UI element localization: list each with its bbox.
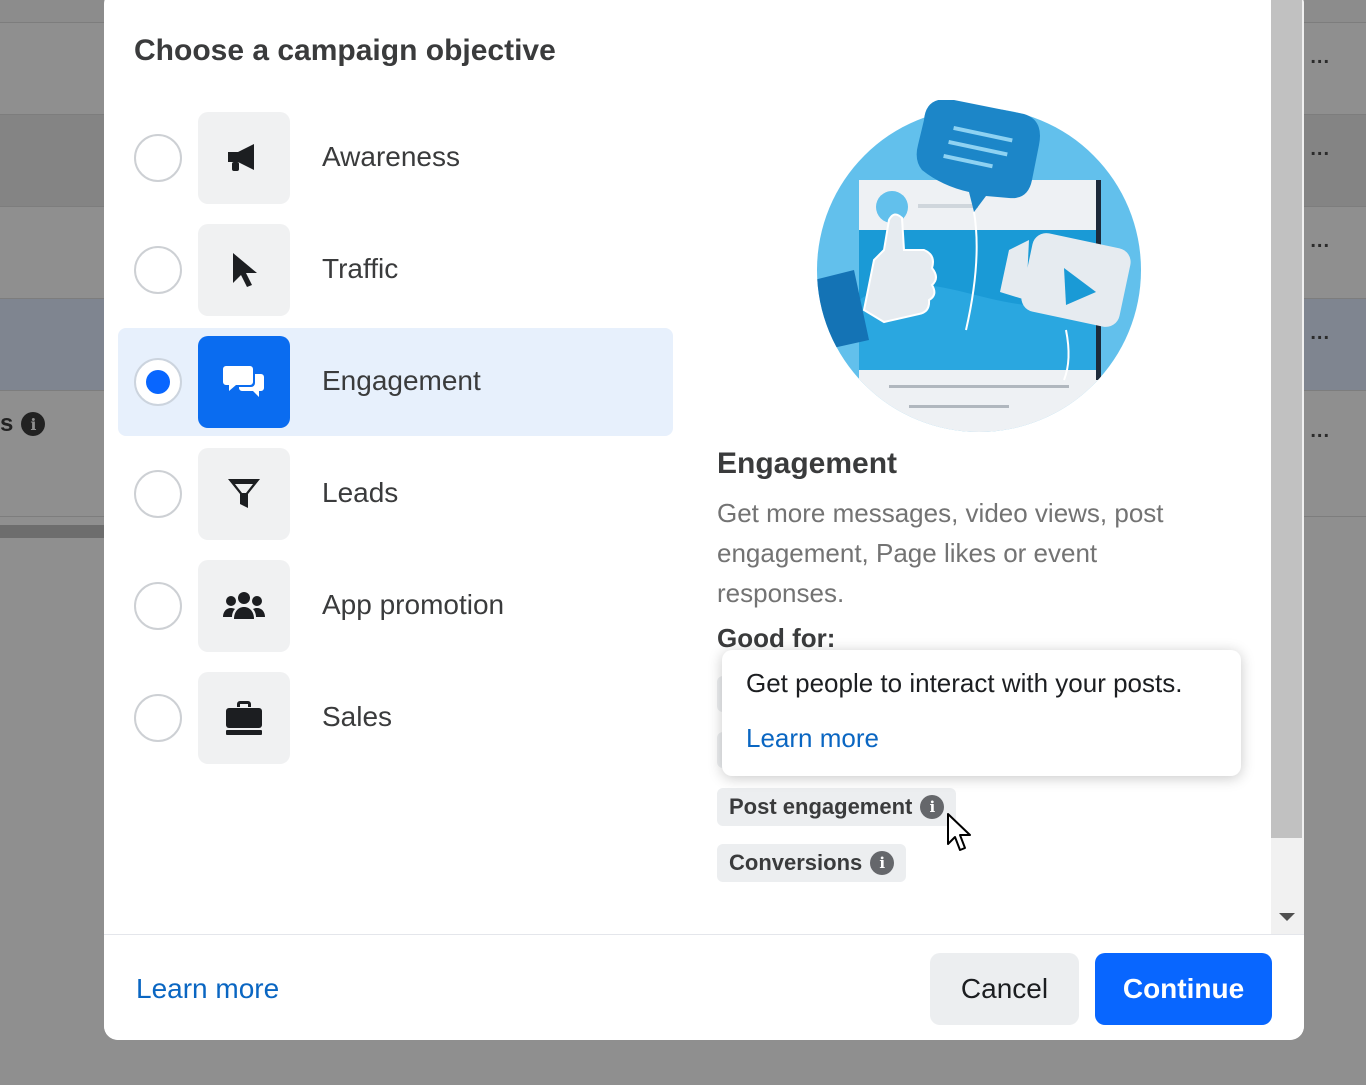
- row-menu-icon[interactable]: ...: [1310, 46, 1330, 69]
- radio-dot: [146, 370, 170, 394]
- objective-option-engagement[interactable]: Engagement: [118, 328, 673, 436]
- background-column-label: s i: [0, 410, 46, 438]
- tooltip-learn-more-link[interactable]: Learn more: [746, 723, 879, 754]
- objective-detail-description: Get more messages, video views, post eng…: [717, 498, 1164, 608]
- row-menu-icon[interactable]: ...: [1310, 230, 1330, 253]
- row-menu-icon[interactable]: ...: [1310, 138, 1330, 161]
- mouse-pointer-icon: [947, 813, 971, 851]
- row-menu-icon[interactable]: ...: [1310, 420, 1330, 443]
- funnel-icon: [198, 448, 290, 540]
- dialog-title: Choose a campaign objective: [134, 34, 556, 67]
- radio-button-selected[interactable]: [134, 358, 182, 406]
- scrollbar-thumb[interactable]: [1271, 0, 1302, 838]
- tooltip-text: Get people to interact with your posts.: [746, 668, 1183, 698]
- background-label-text: s: [0, 410, 14, 437]
- radio-button[interactable]: [134, 694, 182, 742]
- horizontal-scrollbar[interactable]: [0, 525, 104, 538]
- learn-more-link[interactable]: Learn more: [136, 973, 279, 1005]
- dialog-footer: Learn more Cancel Continue: [104, 934, 1304, 1040]
- objective-option-sales[interactable]: Sales: [118, 664, 673, 772]
- option-label: App promotion: [322, 589, 505, 620]
- radio-button[interactable]: [134, 582, 182, 630]
- engagement-illustration: [814, 99, 1144, 435]
- cancel-button[interactable]: Cancel: [930, 953, 1079, 1025]
- option-label: Leads: [322, 477, 399, 508]
- objective-option-traffic[interactable]: Traffic: [118, 216, 673, 324]
- continue-button[interactable]: Continue: [1095, 953, 1272, 1025]
- info-icon[interactable]: i: [920, 795, 945, 819]
- people-icon: [198, 560, 290, 652]
- tag-label: Post engagement: [729, 794, 913, 819]
- briefcase-icon: [198, 672, 290, 764]
- megaphone-icon: [198, 112, 290, 204]
- option-label: Traffic: [322, 253, 399, 284]
- radio-button[interactable]: [134, 246, 182, 294]
- row-menu-icon[interactable]: ...: [1310, 322, 1330, 345]
- chat-bubbles-icon: [198, 336, 290, 428]
- info-tooltip: Get people to interact with your posts. …: [722, 650, 1241, 776]
- radio-button[interactable]: [134, 134, 182, 182]
- radio-button[interactable]: [134, 470, 182, 518]
- objective-option-leads[interactable]: Leads: [118, 440, 673, 548]
- cursor-icon: [198, 224, 290, 316]
- objective-detail-title: Engagement: [717, 447, 898, 480]
- option-label: Sales: [322, 701, 393, 732]
- tag-label: Conversions: [729, 850, 863, 875]
- objective-option-awareness[interactable]: Awareness: [118, 104, 673, 212]
- tag-post-engagement[interactable]: Post engagement i: [717, 788, 957, 826]
- info-icon[interactable]: i: [870, 851, 895, 875]
- scroll-down-arrow-icon[interactable]: [1279, 913, 1295, 921]
- option-label: Awareness: [322, 141, 461, 172]
- info-icon: i: [21, 412, 46, 436]
- tag-conversions[interactable]: Conversions i: [717, 844, 907, 882]
- campaign-objective-dialog: Choose a campaign objective Awareness Tr…: [104, 0, 1304, 1040]
- objective-option-app-promotion[interactable]: App promotion: [118, 552, 673, 660]
- option-label: Engagement: [322, 365, 481, 396]
